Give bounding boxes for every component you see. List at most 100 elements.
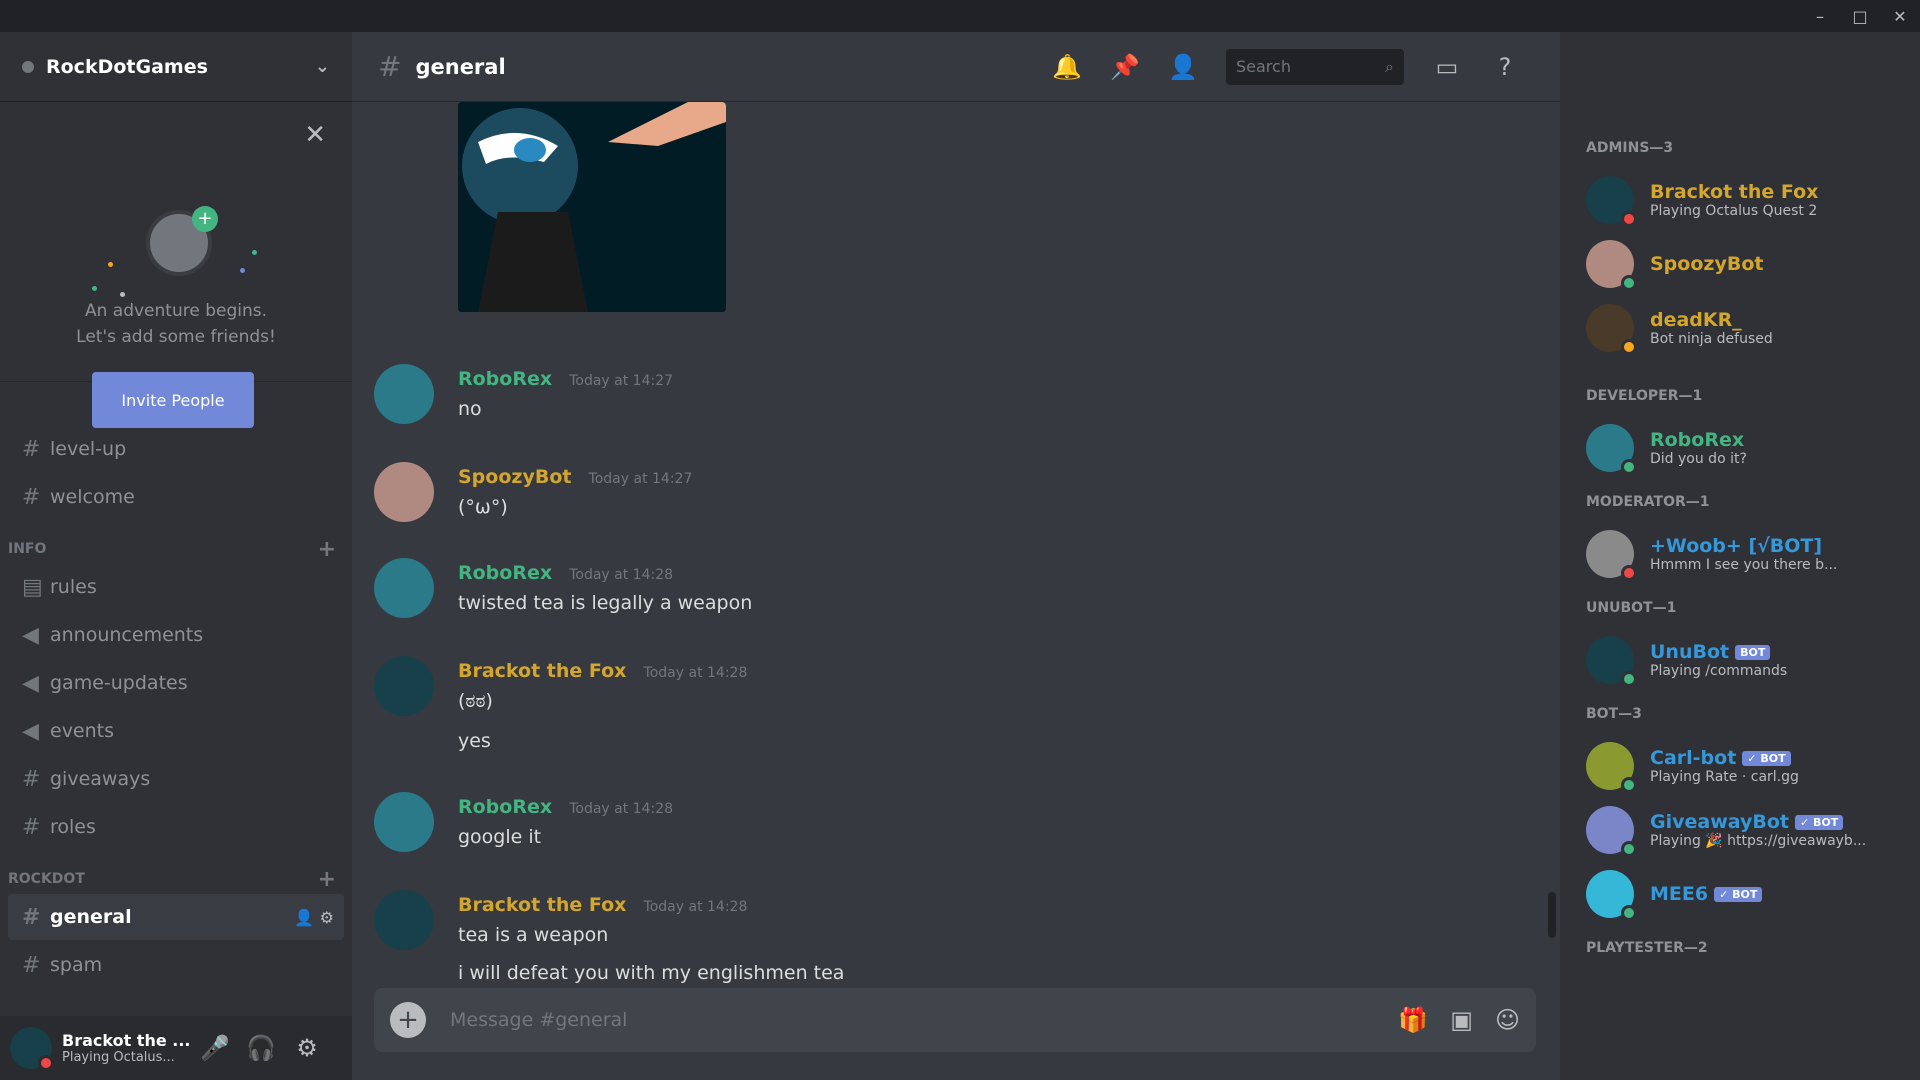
category-rockdot[interactable]: ROCKDOT + [0, 852, 352, 892]
gear-icon[interactable]: ⚙ [284, 1034, 330, 1062]
message-header: Brackot the Fox Today at 14:28 [458, 894, 747, 916]
member-activity: Playing 🎉 https://giveawayb... [1650, 833, 1867, 849]
member-name: GiveawayBot [1650, 811, 1789, 833]
members-icon[interactable]: 👤 [1154, 53, 1212, 81]
channel-settings-icons[interactable]: 👤 ⚙ [294, 908, 334, 927]
pin-icon[interactable]: 📌 [1096, 53, 1154, 81]
message-header: RoboRex Today at 14:28 [458, 562, 673, 584]
bell-icon[interactable]: 🔔 [1038, 53, 1096, 81]
add-channel-icon[interactable]: + [318, 867, 336, 892]
channel-general[interactable]: # general 👤 ⚙ [8, 894, 344, 940]
message-input[interactable]: Message #general [450, 1009, 627, 1031]
member-name: +Woob+ [√BOT] [1650, 535, 1823, 557]
mute-microphone-icon[interactable]: 🎤 [192, 1034, 238, 1062]
invite-people-button[interactable]: Invite People [92, 372, 254, 428]
member-item[interactable]: Carl-bot ✓ BOT Playing Rate · carl.gg [1560, 734, 1920, 798]
message-timestamp: Today at 14:28 [569, 801, 674, 817]
channel-level-up[interactable]: # level-up [8, 426, 344, 472]
search-input[interactable]: Search ⌕ [1226, 48, 1404, 85]
member-name: deadKR_ [1650, 309, 1742, 331]
member-activity: Bot ninja defused [1650, 331, 1773, 347]
channel-rules[interactable]: ▤ rules [8, 564, 344, 610]
member-item[interactable]: GiveawayBot ✓ BOT Playing 🎉 https://giveaw… [1560, 798, 1920, 862]
hash-icon: # [22, 484, 41, 510]
member-item[interactable]: Brackot the Fox Playing Octalus Quest 2 [1560, 168, 1920, 232]
message-author[interactable]: Brackot the Fox [458, 894, 626, 916]
avatar[interactable] [374, 462, 434, 522]
bot-badge: BOT [1735, 645, 1771, 660]
hash-icon: # [22, 766, 41, 792]
channel-game-updates[interactable]: ◀ game-updates [8, 660, 344, 706]
message-text: no [458, 398, 482, 420]
channel-name: spam [50, 954, 103, 976]
add-channel-icon[interactable]: + [318, 537, 336, 562]
message-timestamp: Today at 14:28 [569, 567, 674, 583]
member-item[interactable]: UnuBot BOT Playing /commands [1560, 628, 1920, 692]
image-attachment[interactable] [458, 102, 726, 312]
avatar[interactable] [374, 890, 434, 950]
role-header: MODERATOR—1 [1586, 494, 1710, 510]
channel-name: game-updates [50, 672, 188, 694]
channel-spam[interactable]: # spam [8, 942, 344, 988]
channel-giveaways[interactable]: # giveaways [8, 756, 344, 802]
channel-name: rules [50, 576, 97, 598]
gift-icon[interactable]: 🎁 [1398, 1006, 1428, 1034]
message-timestamp: Today at 14:28 [643, 899, 748, 915]
maximize-button[interactable]: □ [1840, 0, 1880, 32]
guild-header[interactable]: RockDotGames ⌄ [0, 32, 352, 102]
channel-roles[interactable]: # roles [8, 804, 344, 850]
avatar[interactable] [374, 364, 434, 424]
category-name: ROCKDOT [8, 871, 85, 887]
close-window-button[interactable]: ✕ [1880, 0, 1920, 32]
status-icon [1621, 671, 1637, 687]
message-composer[interactable]: + Message #general 🎁 ▣ ☺ [374, 988, 1536, 1052]
message-author[interactable]: SpoozyBot [458, 466, 571, 488]
avatar[interactable] [374, 558, 434, 618]
emoji-icon[interactable]: ☺ [1495, 1006, 1520, 1034]
hash-icon: # [22, 436, 41, 462]
message-header: Brackot the Fox Today at 14:28 [458, 660, 747, 682]
title-bar: – □ ✕ [0, 0, 1920, 32]
channel-name: announcements [50, 624, 204, 646]
message-text: twisted tea is legally a weapon [458, 592, 753, 614]
category-info[interactable]: INFO + [0, 522, 352, 562]
member-item[interactable]: deadKR_ Bot ninja defused [1560, 296, 1920, 360]
invite-line-2: Let's add some friends! [76, 327, 276, 347]
member-item[interactable]: MEE6 ✓ BOT [1560, 862, 1920, 926]
chevron-down-icon[interactable]: ⌄ [315, 56, 330, 77]
message-header: RoboRex Today at 14:28 [458, 796, 673, 818]
user-names[interactable]: Brackot the ... Playing Octalus... [62, 1031, 192, 1065]
member-item[interactable]: SpoozyBot [1560, 232, 1920, 296]
username: Brackot the ... [62, 1031, 191, 1050]
member-item[interactable]: RoboRex Did you do it? [1560, 416, 1920, 480]
channel-sidebar: RockDotGames ⌄ ✕ + An adventure begins. … [0, 32, 352, 1080]
scrollbar[interactable] [1548, 892, 1556, 938]
message-author[interactable]: RoboRex [458, 796, 552, 818]
member-item[interactable]: +Woob+ [√BOT] Hmmm I see you there b... [1560, 522, 1920, 586]
gif-icon[interactable]: ▣ [1450, 1006, 1473, 1034]
help-icon[interactable]: ? [1476, 53, 1534, 81]
announcement-icon: ◀ [22, 622, 39, 648]
close-icon[interactable]: ✕ [304, 120, 326, 150]
channel-welcome[interactable]: # welcome [8, 474, 344, 520]
avatar[interactable] [10, 1027, 54, 1071]
channel-announcements[interactable]: ◀ announcements [8, 612, 344, 658]
message-author[interactable]: RoboRex [458, 562, 552, 584]
member-name: SpoozyBot [1650, 253, 1764, 275]
avatar[interactable] [374, 656, 434, 716]
message-author[interactable]: RoboRex [458, 368, 552, 390]
invite-message: An adventure begins. Let's add some frie… [0, 298, 352, 350]
category-name: INFO [8, 541, 47, 557]
headphones-icon[interactable]: 🎧 [238, 1034, 284, 1062]
composer-tools: 🎁 ▣ ☺ [1398, 1006, 1520, 1034]
avatar[interactable] [374, 792, 434, 852]
minimize-button[interactable]: – [1800, 0, 1840, 32]
search-placeholder: Search [1236, 57, 1291, 76]
channel-name: level-up [50, 438, 127, 460]
rules-icon: ▤ [22, 574, 43, 600]
channel-events[interactable]: ◀ events [8, 708, 344, 754]
message-author[interactable]: Brackot the Fox [458, 660, 626, 682]
upload-plus-icon[interactable]: + [390, 1002, 426, 1038]
inbox-icon[interactable]: ▭ [1418, 53, 1476, 81]
member-list: ADMINS—3 Brackot the Fox Playing Octalus … [1560, 32, 1920, 1080]
